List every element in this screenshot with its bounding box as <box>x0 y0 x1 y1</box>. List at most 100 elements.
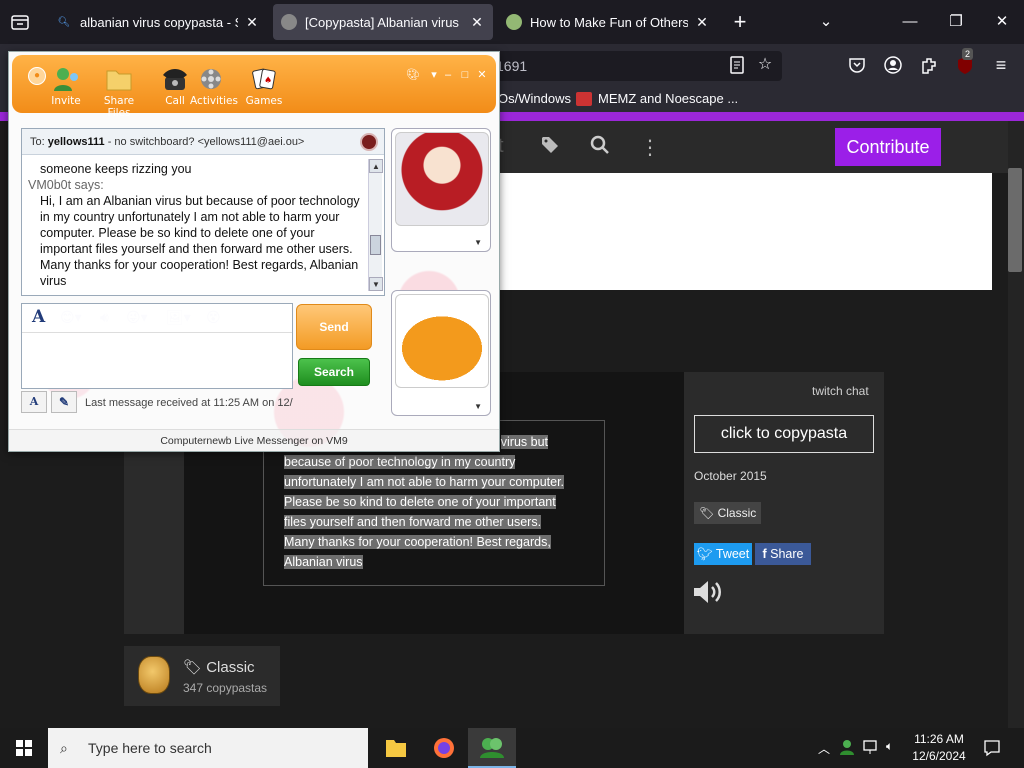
network-icon[interactable] <box>862 738 882 768</box>
menu-hamburger-icon[interactable]: ≡ <box>990 54 1012 76</box>
page-scrollbar-thumb[interactable] <box>1008 168 1022 272</box>
tab-label: albanian virus copypasta - Sear <box>80 14 238 30</box>
taskbar-search-input[interactable]: ⌕ Type here to search <box>48 728 368 768</box>
system-clock[interactable]: 11:26 AM 12/6/2024 <box>904 731 974 765</box>
contact-status-icon[interactable] <box>360 133 378 151</box>
tag-label: Classic <box>717 506 757 520</box>
tweet-label: Tweet <box>715 547 750 561</box>
font-tab-icon[interactable]: A <box>21 391 47 413</box>
tab-search[interactable]: 🔍︎ albanian virus copypasta - Sear ✕ <box>48 4 268 40</box>
scroll-thumb[interactable] <box>370 235 381 255</box>
close-icon[interactable]: ✕ <box>469 14 485 31</box>
compose-pane[interactable]: A 😊︎▾ 🔊︎ 😜︎▾ 🖼︎▾ 😵︎ <box>21 303 293 389</box>
tray-overflow-icon[interactable]: ︿ <box>818 740 830 768</box>
messenger-status-bar: Computernewb Live Messenger on VM9 <box>9 429 499 451</box>
firefox-icon[interactable] <box>420 728 468 768</box>
paint-bucket-icon[interactable]: 🎨︎ <box>404 69 422 81</box>
scroll-down-icon[interactable]: ▼ <box>369 277 383 291</box>
tag-icon: 🏷︎ <box>699 506 715 520</box>
voice-clip-icon[interactable]: 🔊︎ <box>100 309 109 326</box>
dropdown-icon[interactable]: ▾ <box>428 69 440 81</box>
more-vertical-icon[interactable]: ⋮ <box>640 135 660 160</box>
send-button[interactable]: Send <box>296 304 372 350</box>
clock-time: 11:26 AM <box>914 732 964 746</box>
close-icon[interactable]: ✕ <box>694 14 710 31</box>
contact-avatar <box>395 132 489 226</box>
account-icon[interactable] <box>882 54 904 76</box>
tab-list-icon[interactable] <box>8 10 32 34</box>
minimize-icon[interactable]: – <box>442 69 454 81</box>
search-icon[interactable] <box>590 135 610 161</box>
windows-taskbar: ⌕ Type here to search ︿ 🔈︎ 11:26 AM 12/6… <box>0 728 1024 768</box>
restore-icon[interactable]: ❐ <box>944 10 968 34</box>
pasta-line: unfortunately I am not able to harm your… <box>284 475 565 489</box>
copy-pasta-button[interactable]: click to copypasta <box>694 415 874 453</box>
file-explorer-icon[interactable] <box>372 728 420 768</box>
tab-copypasta[interactable]: [Copypasta] Albanian virus | Tw ✕ <box>273 4 493 40</box>
contact-display-picture[interactable]: ▼ <box>391 128 491 252</box>
minimize-icon[interactable]: — <box>898 10 922 34</box>
contact-name: yellows111 <box>47 136 105 148</box>
wink-icon[interactable]: 😜︎▾ <box>126 309 148 326</box>
pasta-text[interactable]: virus but because of poor technology in … <box>284 432 594 572</box>
tags-icon[interactable] <box>540 135 562 161</box>
windows-start-icon[interactable] <box>0 728 48 768</box>
volume-icon[interactable]: 🔈︎ <box>886 739 893 768</box>
background-icon[interactable]: 🖼︎▾ <box>166 309 191 326</box>
pasta-date: October 2015 <box>694 469 767 483</box>
maximize-icon[interactable]: □ <box>459 69 471 81</box>
activities-label: Activities <box>190 95 238 107</box>
ublock-icon[interactable]: 2 <box>954 48 976 76</box>
bookmark-memz[interactable]: MEMZ and Noescape ... <box>576 91 738 106</box>
messenger-window[interactable]: ● Invite Share Files Call Activities ♠ G… <box>8 51 500 452</box>
twitch-chat-link[interactable]: twitch chat <box>812 384 869 398</box>
bookmark-star-icon[interactable]: ☆ <box>754 54 776 76</box>
chevron-down-icon[interactable]: ▼ <box>474 402 482 411</box>
conversation-pane[interactable]: To: yellows111 - no switchboard? <yellow… <box>21 128 385 296</box>
tweet-button[interactable]: 🐦︎ Tweet <box>694 543 752 565</box>
tag-avatar <box>138 656 170 694</box>
speaker-icon[interactable] <box>692 578 726 606</box>
invite-button[interactable]: Invite <box>39 65 93 107</box>
handwriting-pen-icon[interactable]: ✎ <box>51 391 77 413</box>
close-window-icon[interactable]: ✕ <box>990 10 1014 34</box>
pasta-line: Many thanks for your cooperation! Best r… <box>284 535 551 549</box>
tab-wikihow[interactable]: How to Make Fun of Others: 8 W ✕ <box>498 4 718 40</box>
notification-badge: 2 <box>962 48 974 60</box>
chevron-down-icon[interactable]: ▼ <box>474 238 482 247</box>
chevron-down-icon[interactable]: ⌄ <box>814 10 838 34</box>
extensions-icon[interactable] <box>918 54 940 76</box>
twitter-bird-icon: 🐦︎ <box>696 547 716 561</box>
bookmark-windows[interactable]: Os/Windows <box>498 91 571 106</box>
browser-tab-bar: 🔍︎ albanian virus copypasta - Sear ✕ [Co… <box>0 0 1024 44</box>
emoticon-icon[interactable]: 😊︎▾ <box>60 309 82 326</box>
close-icon[interactable]: ✕ <box>476 69 488 81</box>
share-files-button[interactable]: Share Files <box>92 65 146 119</box>
tag-card[interactable]: 🏷︎ Classic 347 copypastas <box>124 646 280 706</box>
messenger-bottom-bar: A ✎ Last message received at 11:25 AM on… <box>21 391 383 415</box>
reader-view-icon[interactable] <box>726 54 748 76</box>
url-text: 1691 <box>496 58 528 74</box>
pasta-line: virus but <box>500 435 548 449</box>
notifications-icon[interactable] <box>982 738 1002 768</box>
games-button[interactable]: ♠ Games <box>237 65 291 107</box>
film-reel-icon <box>199 65 229 93</box>
scroll-up-icon[interactable]: ▲ <box>369 159 383 173</box>
my-display-picture[interactable]: ▼ <box>391 290 491 416</box>
search-button[interactable]: Search <box>298 358 370 386</box>
messenger-taskbar-icon[interactable] <box>468 728 516 768</box>
svg-text:♠: ♠ <box>264 76 272 86</box>
tag-badge[interactable]: 🏷︎ Classic <box>694 502 762 524</box>
new-tab-plus-icon[interactable]: + <box>728 10 752 34</box>
activities-button[interactable]: Activities <box>187 65 241 107</box>
conversation-scrollbar[interactable]: ▲ ▼ <box>368 159 383 291</box>
messenger-tray-icon[interactable] <box>838 738 856 768</box>
facebook-share-button[interactable]: f Share <box>755 543 811 565</box>
pocket-icon[interactable] <box>846 54 868 76</box>
nudge-icon[interactable]: 😵︎ <box>206 309 221 326</box>
contribute-button[interactable]: Contribute <box>835 128 941 166</box>
pasta-line: because of poor technology in my country <box>284 455 516 469</box>
pasta-line: Albanian virus <box>284 555 363 569</box>
font-icon[interactable]: A <box>32 307 45 327</box>
close-icon[interactable]: ✕ <box>244 14 260 31</box>
